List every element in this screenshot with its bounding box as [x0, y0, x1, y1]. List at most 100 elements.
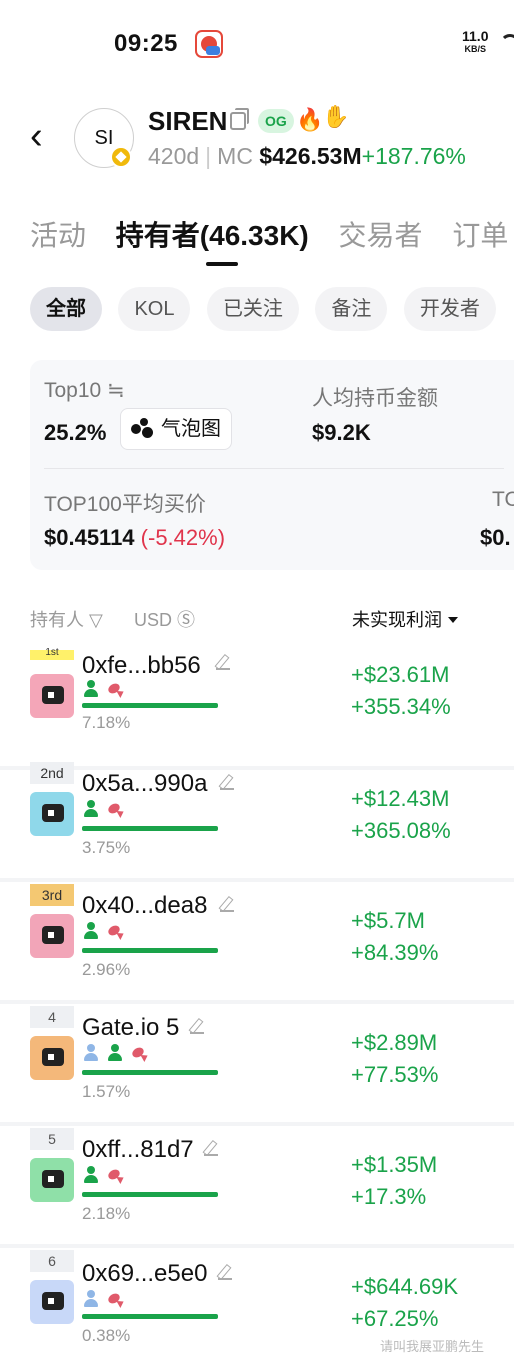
holding-percent: 3.75% — [82, 838, 131, 857]
holding-bar — [82, 1070, 218, 1075]
holder-tags — [82, 1290, 126, 1310]
rank-badge: 5 — [30, 1128, 74, 1150]
wave-hand-icon: ✋ — [322, 104, 350, 129]
person-icon — [82, 1290, 100, 1308]
person-icon — [82, 1044, 100, 1062]
holder-avatar — [30, 674, 74, 718]
filter-notes[interactable]: 备注 — [315, 287, 388, 331]
notification-app-icon — [195, 30, 223, 58]
holder-tags — [82, 922, 126, 942]
avg-holding-value: $9.2K — [312, 420, 371, 445]
holding-bar — [82, 948, 218, 953]
top100-price: $0.45114 — [44, 525, 135, 550]
fish-icon — [106, 1290, 126, 1308]
top10-value: 25.2% — [44, 420, 107, 445]
holder-tags — [82, 1044, 150, 1064]
filter-followed[interactable]: 已关注 — [206, 287, 299, 331]
market-cap-value: $426.53M — [259, 143, 362, 169]
holder-avatar — [30, 914, 74, 958]
pnl-percent: +365.08% — [351, 818, 451, 843]
holder-row[interactable]: 1st 0xfe...bb56 7.18% +$23.61M +355.34% — [0, 648, 514, 770]
rank-badge: 2nd — [30, 762, 74, 784]
bubble-chart-button[interactable]: 气泡图 — [120, 408, 232, 450]
filter-developer[interactable]: 开发者 — [403, 287, 496, 331]
fish-icon — [130, 1044, 150, 1062]
holding-bar — [82, 826, 218, 831]
unrealized-pnl-sort[interactable]: 未实现利润 — [352, 606, 458, 632]
holder-row[interactable]: 5 0xff...81d7 2.18% +$1.35M +17.3% — [0, 1128, 514, 1248]
edit-icon[interactable] — [190, 1020, 204, 1034]
fish-icon — [106, 922, 126, 940]
extra-stat-value: $0. — [480, 525, 511, 550]
edit-icon[interactable] — [220, 776, 234, 790]
tab-holders[interactable]: 持有者(46.33K) — [116, 214, 309, 254]
bnb-chain-icon — [110, 146, 132, 168]
fish-icon — [106, 1166, 126, 1184]
og-tag: OG — [258, 109, 294, 133]
filter-all[interactable]: 全部 — [30, 287, 102, 331]
edit-icon[interactable] — [220, 898, 234, 912]
holder-avatar — [30, 792, 74, 836]
pnl-amount: +$644.69K — [351, 1274, 459, 1299]
holding-percent: 2.96% — [82, 960, 131, 979]
holding-percent: 0.38% — [82, 1326, 131, 1345]
rank-badge: 1st — [30, 648, 74, 660]
back-button[interactable]: ‹ — [30, 117, 54, 155]
holding-bar — [82, 1192, 218, 1197]
holder-address[interactable]: 0x5a...990a — [82, 770, 207, 798]
person-icon — [106, 1044, 124, 1062]
pnl-percent: +84.39% — [351, 940, 439, 965]
holder-column-header[interactable]: 持有人 ▽ — [30, 606, 103, 632]
edit-icon[interactable] — [218, 1266, 232, 1280]
tab-orders[interactable]: 订单 — [452, 214, 508, 254]
tab-bar: 活动 持有者(46.33K) 交易者 订单 — [30, 214, 514, 258]
divider: | — [205, 143, 212, 169]
holder-tags — [82, 1166, 126, 1186]
tab-activity[interactable]: 活动 — [30, 214, 86, 254]
filter-kol[interactable]: KOL — [118, 287, 191, 331]
edit-icon[interactable] — [216, 656, 230, 670]
network-speed: 11.0 KB/S — [462, 28, 489, 54]
holder-avatar — [30, 1280, 74, 1324]
holder-row[interactable]: 2nd 0x5a...990a 3.75% +$12.43M +365.08% — [0, 762, 514, 882]
holder-address[interactable]: Gate.io 5 — [82, 1014, 179, 1042]
person-icon — [82, 680, 100, 698]
top10-label[interactable]: Top10 ≒ — [44, 378, 125, 403]
holder-row[interactable]: 3rd 0x40...dea8 2.96% +$5.7M +84.39% — [0, 884, 514, 1004]
holding-percent: 2.18% — [82, 1204, 131, 1223]
holder-avatar — [30, 1036, 74, 1080]
pnl-percent: +17.3% — [351, 1184, 427, 1209]
holder-address[interactable]: 0x69...e5e0 — [82, 1260, 207, 1288]
extra-stat-label: TO — [492, 488, 514, 511]
holder-tags — [82, 680, 126, 700]
holder-address[interactable]: 0xff...81d7 — [82, 1136, 194, 1164]
holding-bar — [82, 703, 218, 708]
active-tab-indicator — [206, 262, 238, 266]
pnl-amount: +$12.43M — [351, 786, 450, 811]
copy-icon[interactable] — [230, 108, 249, 130]
pnl-amount: +$5.7M — [351, 908, 425, 933]
filter-icon: ▽ — [89, 610, 103, 630]
holder-row[interactable]: 4 Gate.io 5 1.57% +$2.89M +77.53% — [0, 1006, 514, 1126]
person-icon — [82, 922, 100, 940]
fire-icon: 🔥 — [296, 107, 324, 132]
avg-holding-label: 人均持币金额 — [312, 387, 438, 410]
token-meta: 420d | MC $426.53M+187.76% — [148, 143, 466, 170]
edit-icon[interactable] — [204, 1142, 218, 1156]
tab-traders[interactable]: 交易者 — [339, 214, 423, 254]
rank-badge: 4 — [30, 1006, 74, 1028]
holder-tags — [82, 800, 126, 820]
token-name: SIREN — [148, 106, 228, 136]
usd-toggle[interactable]: USD Ⓢ — [134, 606, 195, 632]
market-cap-change: +187.76% — [361, 143, 466, 169]
bubble-chart-label: 气泡图 — [161, 418, 221, 440]
pnl-amount: +$1.35M — [351, 1152, 438, 1177]
pnl-percent: +355.34% — [351, 694, 451, 719]
holding-percent: 1.57% — [82, 1082, 131, 1101]
holder-address[interactable]: 0xfe...bb56 — [82, 652, 201, 680]
person-icon — [82, 1166, 100, 1184]
clock: 09:25 — [114, 30, 178, 57]
stats-divider — [44, 468, 504, 469]
holder-address[interactable]: 0x40...dea8 — [82, 892, 207, 920]
watermark: 请叫我展亚鹏先生 — [380, 1339, 485, 1354]
